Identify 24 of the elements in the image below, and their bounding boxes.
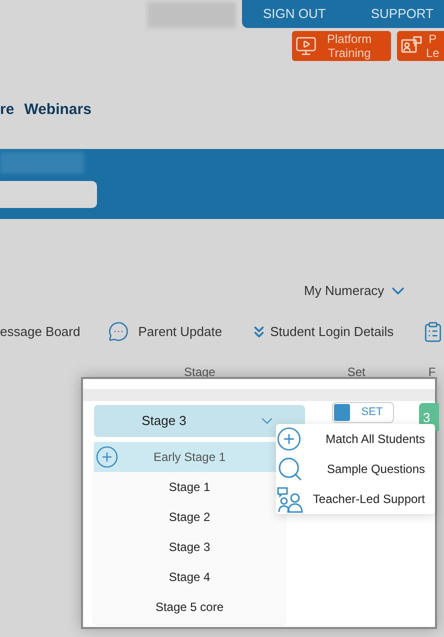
stage-select[interactable]: Stage 3 xyxy=(94,405,305,437)
column-header: Stage xyxy=(184,364,216,380)
nav-link[interactable]: Webinars xyxy=(24,99,92,122)
toolbar-button[interactable]: Student Login Details xyxy=(250,322,394,342)
toggle-knob xyxy=(334,404,350,421)
chat-icon xyxy=(108,321,130,342)
toolbar-button[interactable]: essage Board xyxy=(0,322,80,342)
top-link[interactable]: SIGN OUT xyxy=(263,4,326,24)
stage-option[interactable]: Stage 5 core xyxy=(94,592,285,622)
program-menu[interactable]: My Numeracy xyxy=(304,280,408,300)
input-field[interactable] xyxy=(0,180,97,208)
column-header: Set xyxy=(347,364,366,380)
video-screen-icon xyxy=(295,35,317,57)
top-link[interactable]: SUPPORT xyxy=(370,4,434,24)
people-speech-icon xyxy=(276,485,304,513)
stage-option[interactable]: Stage 3 xyxy=(94,532,285,562)
column-header: F xyxy=(428,364,436,380)
nav-link[interactable]: re xyxy=(0,99,14,122)
plus-circle-icon xyxy=(95,445,119,469)
stage-option[interactable]: Stage 4 xyxy=(94,562,285,592)
set-toggle[interactable]: SET xyxy=(332,402,394,423)
search-icon xyxy=(276,455,304,483)
toolbar-button[interactable]: Parent Update xyxy=(108,321,222,342)
plus-circle-icon xyxy=(276,426,302,452)
